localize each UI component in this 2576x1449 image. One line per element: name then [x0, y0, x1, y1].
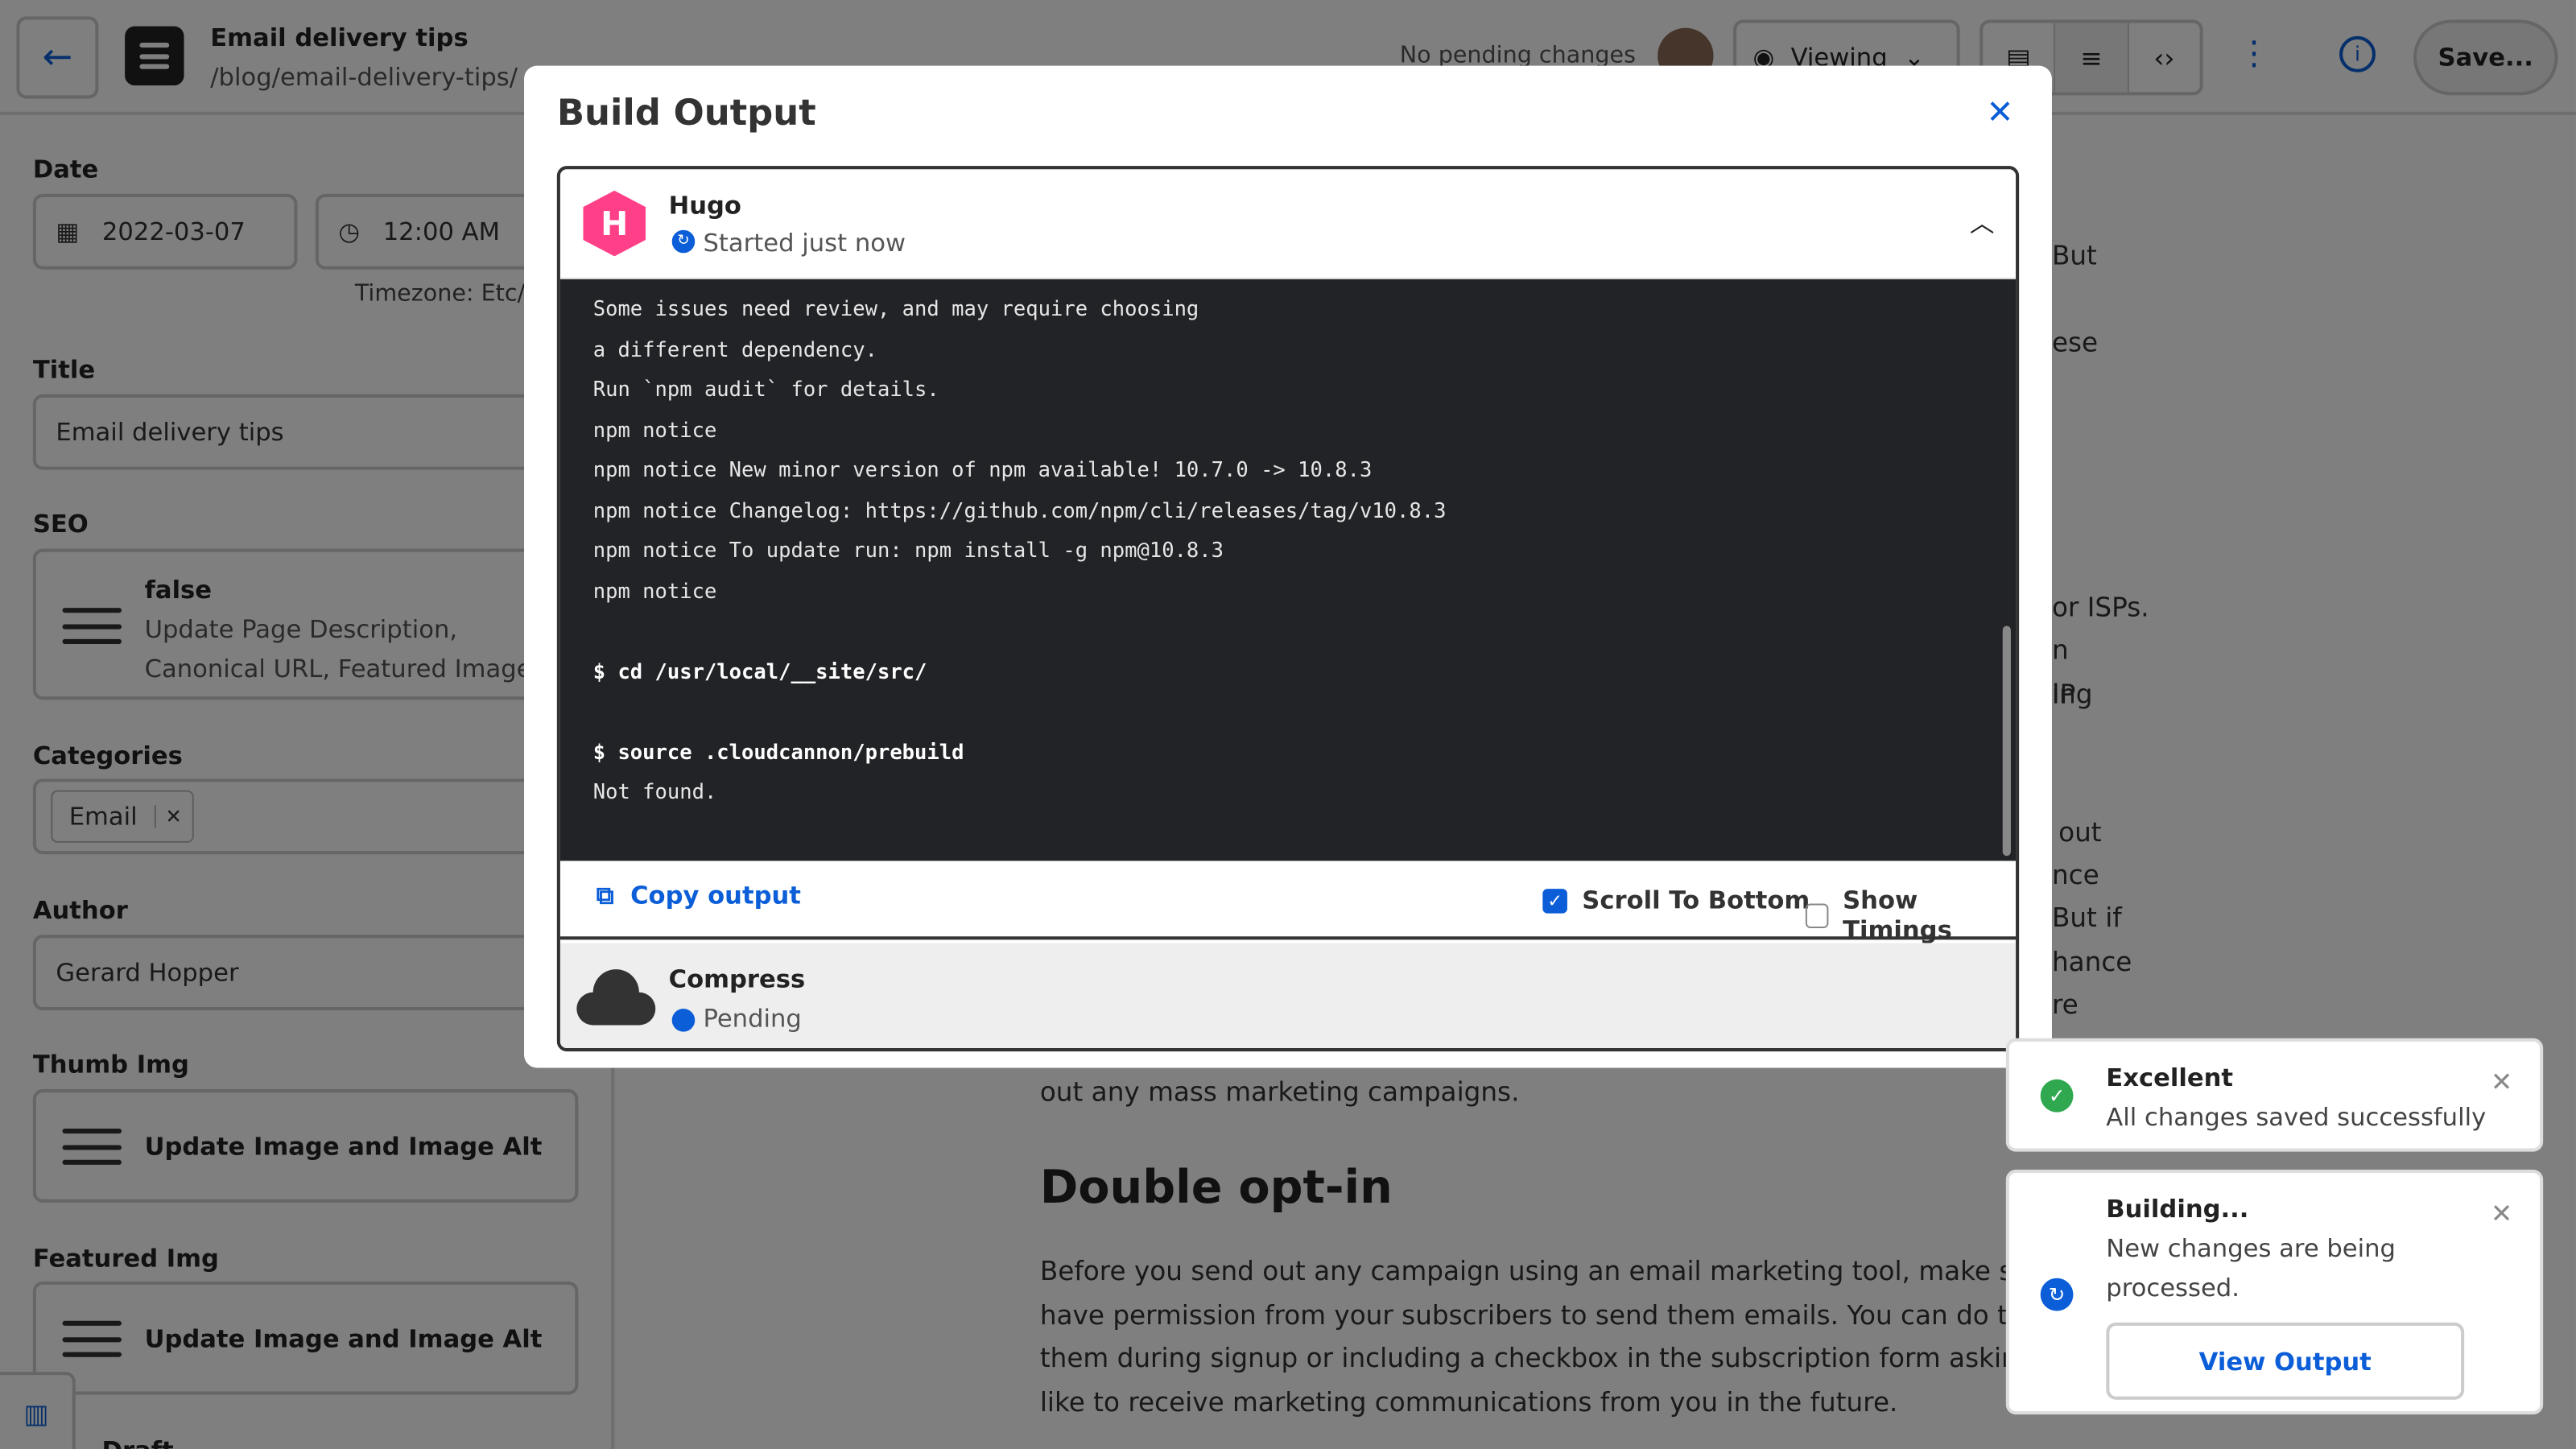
checkbox-unchecked-icon [1805, 902, 1828, 928]
log-line: npm notice New minor version of npm avai… [592, 456, 1373, 481]
building-toast: ↻ Building... New changes are being proc… [2005, 1170, 2544, 1415]
build-log[interactable]: Some issues need review, and may require… [559, 279, 2017, 884]
hugo-logo-icon: H [583, 190, 646, 257]
log-line: Run `npm audit` for details. [592, 376, 939, 401]
log-line: $ source .cloudcannon/prebuild [592, 738, 964, 763]
close-icon[interactable]: ✕ [2491, 1198, 2512, 1229]
view-output-button[interactable]: View Output [2106, 1322, 2465, 1400]
close-icon[interactable]: ✕ [1986, 92, 2013, 131]
log-line: npm notice Changelog: https://github.com… [592, 497, 1447, 522]
check-circle-icon: ✓ [2040, 1079, 2074, 1113]
log-scrollbar[interactable] [2002, 625, 2011, 857]
close-icon[interactable]: ✕ [2491, 1066, 2512, 1097]
compress-step[interactable]: Compress Pending [559, 943, 2017, 1049]
log-line: Not found. [592, 778, 717, 803]
log-line: npm notice [592, 416, 717, 441]
log-line: npm notice To update run: npm install -g… [592, 537, 1224, 562]
build-card: H Hugo ↻ Started just now ︿ Some issues … [556, 166, 2020, 1052]
copy-icon: ⧉ [596, 880, 614, 910]
pending-icon [671, 1009, 696, 1032]
chevron-up-icon[interactable]: ︿ [1970, 205, 1995, 240]
sync-icon: ↻ [671, 229, 696, 254]
build-output-modal: Build Output ✕ H Hugo ↻ Started just now… [524, 65, 2052, 1068]
copy-output-button[interactable]: ⧉ Copy output [597, 881, 801, 910]
hugo-header[interactable]: H Hugo ↻ Started just now ︿ [559, 169, 2017, 279]
scroll-to-bottom-checkbox[interactable]: ✓ Scroll To Bottom [1542, 886, 1810, 915]
log-line: $ cd /usr/local/__site/src/ [592, 658, 927, 683]
log-line: Some issues need review, and may require… [592, 295, 1199, 320]
log-line: npm notice [592, 577, 717, 602]
show-timings-checkbox[interactable]: Show Timings [1805, 886, 2016, 944]
success-toast: ✓ Excellent All changes saved successful… [2005, 1038, 2544, 1152]
sync-icon: ↻ [2040, 1278, 2074, 1311]
log-footer: ⧉ Copy output ✓ Scroll To Bottom Show Timi… [559, 861, 2017, 944]
modal-title: Build Output [556, 93, 816, 135]
checkbox-checked-icon: ✓ [1542, 888, 1567, 913]
log-line: a different dependency. [592, 336, 877, 361]
cloud-icon [576, 969, 656, 1026]
